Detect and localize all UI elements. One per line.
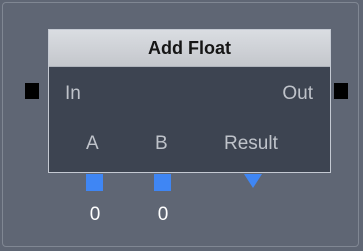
input-b-label: B: [155, 133, 168, 154]
input-a-pin[interactable]: [86, 174, 103, 191]
input-a-value[interactable]: 0: [85, 204, 105, 226]
add-float-node[interactable]: Add Float In Out A B Result: [48, 29, 331, 173]
output-result-label: Result: [224, 133, 278, 154]
output-result-pin[interactable]: [244, 174, 262, 188]
node-header[interactable]: Add Float: [49, 30, 330, 67]
node-title: Add Float: [148, 38, 231, 58]
exec-out-pin[interactable]: [334, 83, 348, 99]
input-b-pin[interactable]: [154, 174, 171, 191]
exec-in-pin[interactable]: [25, 83, 39, 99]
exec-in-label: In: [65, 83, 81, 104]
graph-canvas[interactable]: Add Float In Out A B Result 0 0: [2, 2, 359, 247]
input-b-value[interactable]: 0: [153, 204, 173, 226]
exec-out-label: Out: [282, 83, 313, 104]
input-a-label: A: [86, 133, 99, 154]
